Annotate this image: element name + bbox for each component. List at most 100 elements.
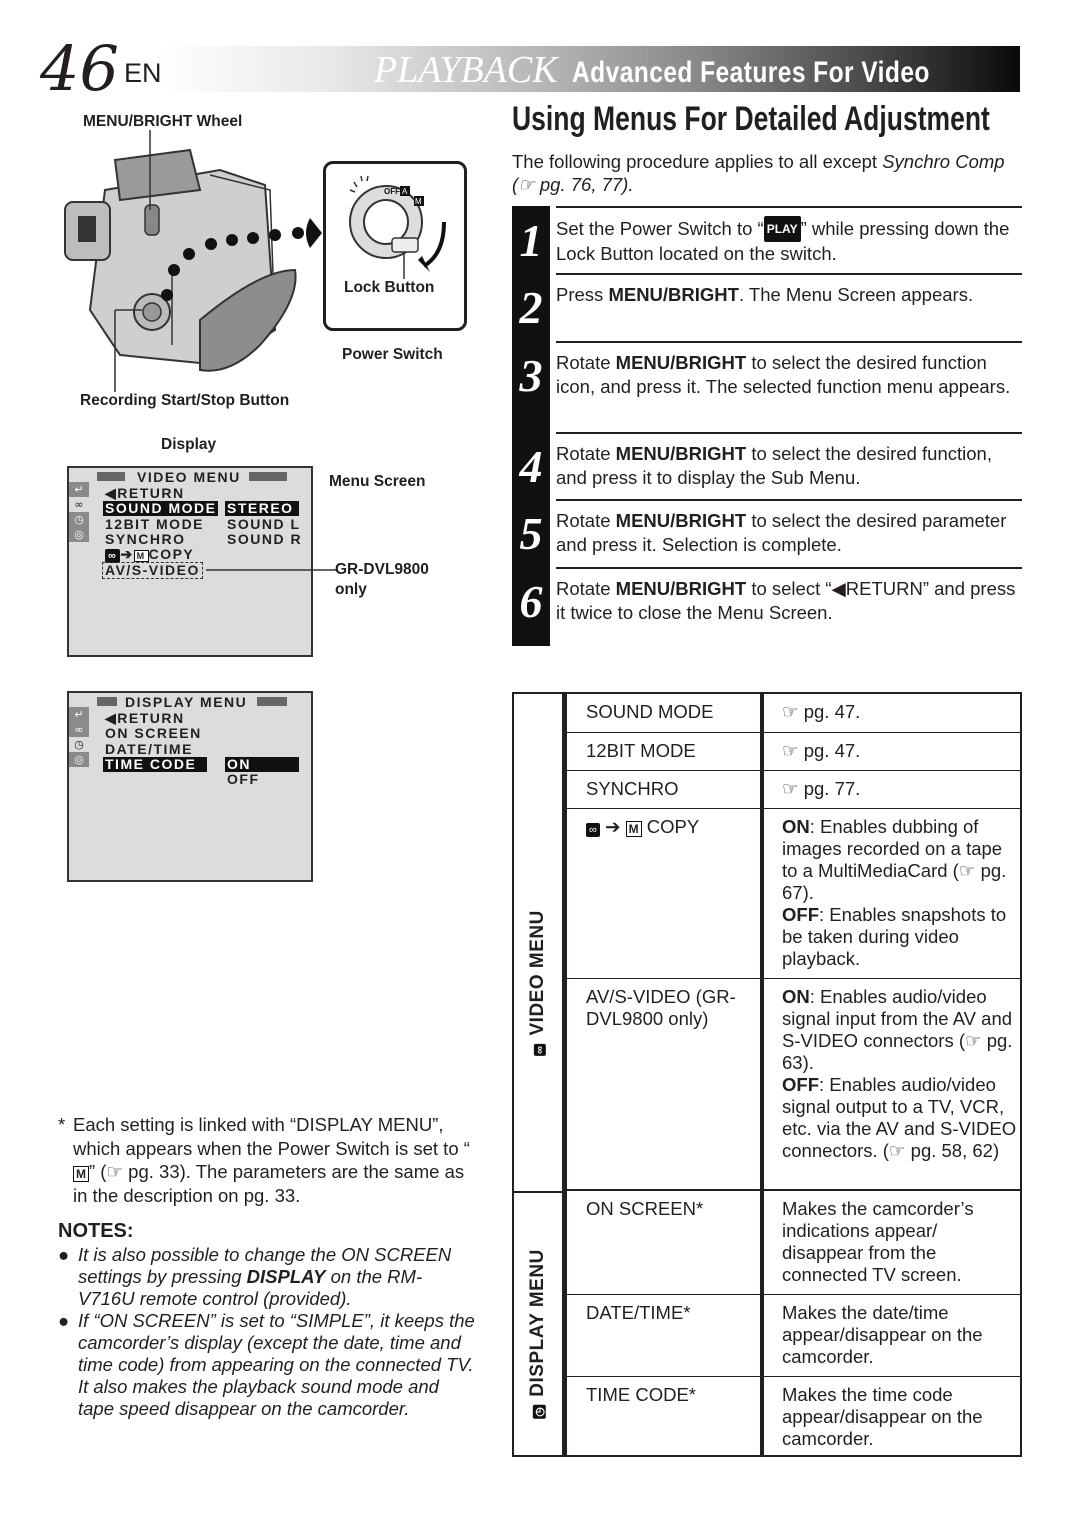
model-note-only: only	[335, 581, 367, 598]
note-item: ● If “ON SCREEN” is set to “SIMPLE”, it …	[58, 1310, 475, 1419]
footnote-marker: *	[58, 1114, 66, 1135]
video-menu-screen: VIDEO MENU ↵ ∞ ◷ ◎ ◀RETURN SOUND MODE ST…	[67, 466, 313, 657]
row-desc: ☞ pg. 47.	[782, 701, 861, 722]
step-number: 1	[519, 215, 543, 266]
value-sound-r: SOUND R	[227, 531, 303, 547]
menu-item-copy: ∞ ➔ M COPY	[105, 547, 194, 563]
row-desc: ON: Enables audio/video signal input fro…	[782, 986, 1017, 1161]
divider	[556, 206, 1022, 208]
menu-item-synchro: SYNCHRO	[105, 531, 186, 547]
menu-item-sound-mode: SOUND MODE	[103, 500, 219, 516]
notes-heading: NOTES:	[58, 1220, 134, 1242]
title-bar-right	[249, 472, 287, 481]
svg-text:A: A	[402, 187, 408, 196]
step-text: Set the Power Switch to “PLAY” while pre…	[556, 216, 1010, 264]
display-menu-icon: ◷	[533, 1404, 546, 1419]
row-desc: Makes the time code appear/disappear on …	[782, 1384, 983, 1449]
notes-list: ● It is also possible to change the ON S…	[58, 1244, 478, 1420]
table-row: AV/S-VIDEO (GR-DVL9800 only) ON: Enables…	[566, 979, 1020, 1191]
video-menu-icon: ∞	[534, 1043, 547, 1056]
divider	[556, 273, 1022, 275]
model-note-label: GR-DVL9800	[335, 561, 429, 578]
row-name: SYNCHRO	[586, 778, 679, 799]
group-display-menu: ◷DISPLAY MENU	[527, 1249, 548, 1419]
bullet-icon: ●	[58, 1244, 70, 1265]
step-number: 4	[519, 441, 543, 492]
svg-text:OFF: OFF	[384, 187, 400, 196]
menu-title: VIDEO MENU	[137, 469, 241, 485]
power-switch-detail: OFF A M	[323, 161, 467, 331]
menu-item-time-code: TIME CODE	[103, 757, 207, 772]
bullet-icon: ●	[58, 1310, 70, 1331]
value-off: OFF	[227, 771, 260, 787]
divider	[556, 499, 1022, 501]
rec-button-label: Recording Start/Stop Button	[80, 392, 290, 409]
menu-item-12bit-mode: 12BIT MODE	[105, 516, 205, 532]
menu-screen-label: Menu Screen	[329, 473, 426, 490]
step-text: Rotate MENU/BRIGHT to select “◀RETURN” a…	[556, 578, 1016, 623]
row-desc: ON: Enables dubbing of images recorded o…	[782, 816, 1007, 969]
callout-line	[206, 569, 336, 571]
power-dial-icon: OFF A M	[349, 175, 446, 279]
title-bar-right	[257, 697, 287, 706]
table-row: DATE/TIME* Makes the date/time appear/di…	[566, 1295, 1020, 1377]
tape-icon: ∞	[586, 823, 600, 837]
divider	[556, 567, 1022, 569]
row-name: ∞ ➔ M COPY	[586, 816, 761, 838]
svg-text:M: M	[415, 197, 422, 206]
table-row: SOUND MODE ☞ pg. 47.	[566, 694, 1020, 733]
divider	[556, 432, 1022, 434]
step-number: 3	[519, 350, 543, 401]
divider	[556, 341, 1022, 343]
menu-reference-table: SOUND MODE ☞ pg. 47. 12BIT MODE ☞ pg. 47…	[512, 692, 1022, 1457]
play-mode-icon: PLAY	[763, 216, 801, 242]
group-video-menu: ∞VIDEO MENU	[527, 909, 549, 1056]
footnote-text: Each setting is linked with “DISPLAY MEN…	[73, 1114, 470, 1206]
value-on: ON	[225, 757, 299, 772]
table-row: ∞ ➔ M COPY ON: Enables dubbing of images…	[566, 809, 1020, 979]
memory-card-icon: M	[133, 550, 149, 562]
return-tab-icon: ↵	[69, 707, 89, 722]
row-name: TIME CODE*	[586, 1384, 696, 1405]
note-item: ● It is also possible to change the ON S…	[58, 1244, 452, 1309]
step-text: Press MENU/BRIGHT. The Menu Screen appea…	[556, 284, 974, 305]
row-name: ON SCREEN*	[586, 1198, 704, 1219]
camcorder-illustration	[64, 130, 322, 392]
row-name: 12BIT MODE	[586, 740, 696, 761]
video-tab-icon: ∞	[69, 497, 89, 512]
menu-bright-wheel-label: MENU/BRIGHT Wheel	[83, 113, 243, 130]
menu-tab-icons: ↵ ∞ ◷ ◎	[69, 482, 91, 542]
section-name: PLAYBACK	[373, 49, 558, 91]
language-code: EN	[124, 58, 162, 88]
lock-button-label: Lock Button	[344, 279, 435, 296]
footnote: * Each setting is linked with “DISPLAY M…	[58, 1113, 478, 1207]
return-item: ◀RETURN	[105, 710, 185, 726]
row-name: AV/S-VIDEO (GR-DVL9800 only)	[586, 986, 736, 1029]
return-item: ◀RETURN	[105, 485, 185, 501]
row-desc: Makes the camcorder’s indications appear…	[782, 1198, 974, 1285]
section-title: Using Menus For Detailed Adjustment	[512, 100, 990, 138]
value-sound-l: SOUND L	[227, 516, 301, 532]
step-text: Rotate MENU/BRIGHT to select the desired…	[556, 510, 1007, 555]
display-tab-icon: ◷	[69, 512, 89, 527]
intro-paragraph: The following procedure applies to all e…	[512, 151, 1005, 195]
memory-card-icon: M	[625, 821, 642, 837]
row-desc: Makes the date/time appear/disappear on …	[782, 1302, 983, 1367]
row-desc: ☞ pg. 47.	[782, 740, 861, 761]
menu-item-on-screen: ON SCREEN	[105, 725, 202, 741]
camera-tab-icon: ◎	[69, 527, 89, 542]
title-bar-left	[97, 472, 125, 481]
table-row: TIME CODE* Makes the time code appear/di…	[566, 1377, 1020, 1457]
display-menu-screen: DISPLAY MENU ↵ ∞ ◷ ◎ ◀RETURN ON SCREEN D…	[67, 691, 313, 882]
step-number: 6	[519, 576, 543, 627]
menu-title: DISPLAY MENU	[125, 694, 248, 710]
step-text: Rotate MENU/BRIGHT to select the desired…	[556, 352, 1011, 397]
camera-tab-icon: ◎	[69, 752, 89, 767]
row-name: SOUND MODE	[586, 701, 714, 722]
step-text: Rotate MENU/BRIGHT to select the desired…	[556, 443, 992, 488]
value-stereo: STEREO	[225, 501, 299, 516]
return-tab-icon: ↵	[69, 482, 89, 497]
row-name: DATE/TIME*	[586, 1302, 691, 1323]
row-desc: ☞ pg. 77.	[782, 778, 861, 799]
title-bar-left	[97, 697, 117, 706]
